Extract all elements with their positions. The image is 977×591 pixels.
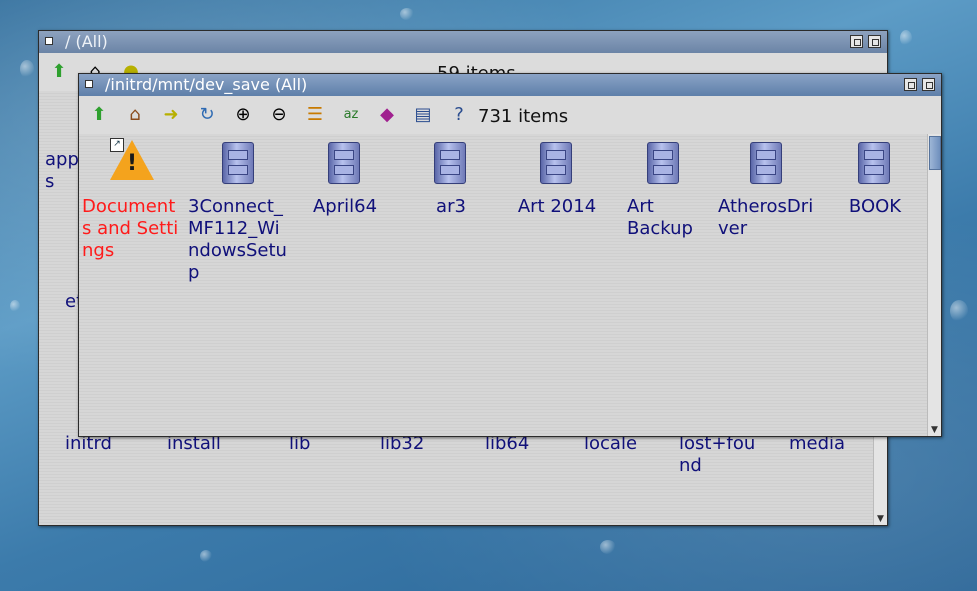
file-cabinet-icon [750, 142, 782, 184]
list-item[interactable]: apps [45, 149, 79, 193]
file-cabinet-icon [222, 142, 254, 184]
folder-3connect[interactable]: 3Connect_MF112_WindowsSetup [188, 138, 290, 284]
iconify-button[interactable] [904, 78, 917, 91]
sort-az-icon[interactable]: az [339, 103, 363, 127]
raindrop [200, 550, 212, 562]
file-manager-window-dev-save: /initrd/mnt/dev_save (All) ⬆ ⌂ ➜ ↻ ⊕ ⊖ ☰… [78, 73, 942, 437]
window-menu-button[interactable] [45, 37, 53, 45]
folder-label: AtherosDriver [718, 196, 814, 239]
zoom-in-icon[interactable]: ⊕ [231, 103, 255, 127]
home-icon[interactable]: ⌂ [123, 103, 147, 127]
up-arrow-icon[interactable]: ⬆ [47, 60, 71, 84]
vertical-scrollbar[interactable]: ▼ [927, 134, 941, 436]
file-cabinet-icon [328, 142, 360, 184]
window-titlebar[interactable]: /initrd/mnt/dev_save (All) [79, 74, 941, 96]
scrollbar-thumb[interactable] [929, 136, 941, 170]
scroll-down-icon[interactable]: ▼ [928, 424, 941, 436]
raindrop [400, 8, 414, 20]
list-view-icon[interactable]: ☰ [303, 103, 327, 127]
window-title: /initrd/mnt/dev_save (All) [105, 75, 308, 94]
window-titlebar[interactable]: / (All) [39, 31, 887, 53]
folder-atherosdriver[interactable]: AtherosDriver [718, 138, 820, 240]
refresh-icon[interactable]: ↻ [195, 103, 219, 127]
folder-art-backup[interactable]: Art Backup [627, 138, 707, 240]
folder-label: ar3 [436, 196, 466, 217]
file-cabinet-icon [858, 142, 890, 184]
folder-label: 3Connect_MF112_WindowsSetup [188, 196, 287, 283]
folder-label: BOOK [848, 196, 902, 217]
toolbar: ⬆ ⌂ ➜ ↻ ⊕ ⊖ ☰ az ◆ ▤ ? 731 items [79, 96, 941, 134]
details-icon[interactable]: ▤ [411, 103, 435, 127]
folder-art-2014[interactable]: Art 2014 [506, 138, 608, 218]
go-to-icon[interactable]: ➜ [159, 103, 183, 127]
item-count: 731 items [478, 106, 569, 127]
list-item[interactable]: lost+found [679, 433, 759, 477]
window-title: / (All) [65, 32, 108, 51]
folder-label: Art Backup [627, 196, 693, 239]
help-icon[interactable]: ? [447, 103, 471, 127]
raindrop [20, 60, 34, 78]
raindrop [900, 30, 912, 46]
file-cabinet-icon [647, 142, 679, 184]
folder-book[interactable]: BOOK [824, 138, 926, 218]
iconify-button[interactable] [850, 35, 863, 48]
folder-ar3[interactable]: ar3 [400, 138, 502, 218]
maximize-button[interactable] [922, 78, 935, 91]
zoom-out-icon[interactable]: ⊖ [267, 103, 291, 127]
file-cabinet-icon [434, 142, 466, 184]
folder-label: April64 [312, 196, 378, 217]
folder-label: Documents and Settings [82, 196, 179, 261]
scroll-down-icon[interactable]: ▼ [874, 513, 887, 525]
folder-label: Art 2014 [517, 196, 597, 217]
folder-documents-and-settings[interactable]: ↗ ! Documents and Settings [82, 138, 184, 262]
raindrop [10, 300, 20, 312]
raindrop [600, 540, 616, 554]
window-menu-button[interactable] [85, 80, 93, 88]
raindrop [950, 300, 968, 322]
color-icon[interactable]: ◆ [375, 103, 399, 127]
up-arrow-icon[interactable]: ⬆ [87, 103, 111, 127]
warning-mark: ! [127, 151, 138, 176]
folder-april64[interactable]: April64 [294, 138, 396, 218]
maximize-button[interactable] [868, 35, 881, 48]
file-cabinet-icon [540, 142, 572, 184]
file-grid[interactable]: ↗ ! Documents and Settings 3Connect_MF11… [79, 134, 928, 436]
